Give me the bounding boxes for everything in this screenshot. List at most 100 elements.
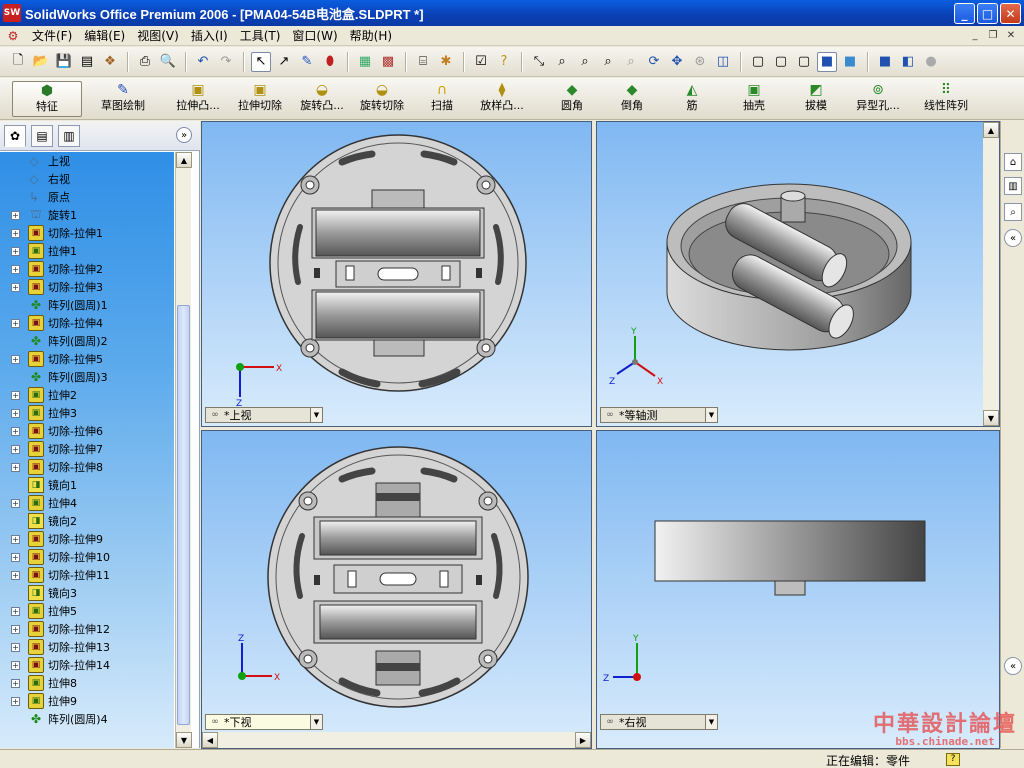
realview-icon[interactable]: ● bbox=[921, 52, 941, 72]
expand-plus-icon[interactable]: + bbox=[11, 696, 20, 706]
file-explorer-icon[interactable]: ⌕ bbox=[1004, 203, 1022, 221]
feature-tree-item[interactable]: + ▣ 切除-拉伸2 bbox=[0, 260, 174, 278]
chamfer-button[interactable]: ◆ 倒角 bbox=[616, 81, 648, 117]
edit-appearance-icon[interactable]: ⤡ bbox=[529, 52, 549, 72]
help-icon[interactable]: ? bbox=[494, 52, 514, 72]
scroll-right-icon[interactable]: ▶ bbox=[575, 732, 591, 748]
feature-tree-item[interactable]: ↳ 原点 bbox=[0, 188, 174, 206]
zoom-in-out-icon[interactable]: ⌕ bbox=[598, 52, 618, 72]
viewport-bottom[interactable]: Z X ∞ *下视 ▼ ◀ ▶ bbox=[201, 430, 592, 749]
feature-tree-tab-icon[interactable]: ✿ bbox=[4, 125, 26, 147]
make-assembly-icon[interactable]: ❖ bbox=[100, 52, 120, 72]
revolve-boss-button[interactable]: ◒ 旋转凸... bbox=[294, 81, 350, 117]
viewport-horizontal-scrollbar[interactable]: ◀ ▶ bbox=[202, 732, 591, 748]
feature-tree-item[interactable]: ✤ 阵列(圆周)4 bbox=[0, 710, 174, 728]
select-icon[interactable]: ↖ bbox=[251, 51, 271, 72]
doc-restore-icon[interactable]: ❐ bbox=[986, 28, 1000, 42]
sketch-tab-button[interactable]: ✎ 草图绘制 bbox=[88, 81, 158, 117]
shell-button[interactable]: ▣ 抽壳 bbox=[738, 81, 770, 117]
expand-plus-icon[interactable]: + bbox=[11, 264, 20, 274]
feature-tree-item[interactable]: + ▣ 拉伸4 bbox=[0, 494, 174, 512]
zoom-selection-icon[interactable]: ⌕ bbox=[621, 52, 641, 72]
zoom-area-icon[interactable]: ⌕ bbox=[575, 52, 595, 72]
rotate-icon[interactable]: ⟳ bbox=[644, 52, 664, 72]
extrude-boss-button[interactable]: ▣ 拉伸凸... bbox=[170, 81, 226, 117]
doc-close-icon[interactable]: ✕ bbox=[1004, 28, 1018, 42]
feature-tree-item[interactable]: + ▣ 拉伸1 bbox=[0, 242, 174, 260]
viewport-isometric[interactable]: Y X Z ▲ ▼ ∞ *等轴测 ▼ bbox=[596, 121, 1000, 427]
expand-plus-icon[interactable]: + bbox=[11, 462, 20, 472]
link-views-icon[interactable]: ∞ bbox=[601, 410, 619, 420]
undo-icon[interactable]: ↶ bbox=[193, 52, 213, 72]
feature-tree-item[interactable]: + ▣ 拉伸2 bbox=[0, 386, 174, 404]
menu-edit[interactable]: 编辑(E) bbox=[78, 27, 131, 44]
collapse-pane-icon[interactable]: « bbox=[1004, 229, 1022, 247]
feature-tree-item[interactable]: + ▣ 拉伸5 bbox=[0, 602, 174, 620]
viewport-label-top[interactable]: ∞ *上视 ▼ bbox=[205, 407, 323, 423]
feature-tree-item[interactable]: ✤ 阵列(圆周)3 bbox=[0, 368, 174, 386]
menu-window[interactable]: 窗口(W) bbox=[286, 27, 343, 44]
chevron-down-icon[interactable]: ▼ bbox=[705, 408, 717, 422]
menu-view[interactable]: 视图(V) bbox=[131, 27, 185, 44]
feature-tree-item[interactable]: + ⛫ 旋转1 bbox=[0, 206, 174, 224]
feature-tree-item[interactable]: ◇ 上视 bbox=[0, 152, 174, 170]
expand-plus-icon[interactable]: + bbox=[11, 426, 20, 436]
draft-button[interactable]: ◩ 拔模 bbox=[800, 81, 832, 117]
expand-plus-icon[interactable]: + bbox=[11, 498, 20, 508]
menu-file[interactable]: 文件(F) bbox=[26, 27, 78, 44]
open-icon[interactable]: 📂 bbox=[31, 52, 51, 72]
right-view-model[interactable]: Y Z bbox=[597, 431, 985, 731]
revolve-cut-button[interactable]: ◒ 旋转切除 bbox=[354, 81, 410, 117]
rib-button[interactable]: ◭ 筋 bbox=[680, 81, 704, 117]
feature-tree-item[interactable]: + ▣ 切除-拉伸1 bbox=[0, 224, 174, 242]
scroll-down-icon[interactable]: ▼ bbox=[176, 732, 192, 748]
feature-tree-item[interactable]: + ▣ 切除-拉伸12 bbox=[0, 620, 174, 638]
viewport-label-isometric[interactable]: ∞ *等轴测 ▼ bbox=[600, 407, 718, 423]
grid-icon[interactable]: ▦ bbox=[355, 52, 375, 72]
print-preview-icon[interactable]: 🔍 bbox=[158, 52, 178, 72]
help-status-icon[interactable]: ? bbox=[946, 753, 960, 766]
feature-tree-item[interactable]: + ▣ 切除-拉伸8 bbox=[0, 458, 174, 476]
hole-wizard-button[interactable]: ⊚ 异型孔... bbox=[850, 81, 906, 117]
feature-tree-item[interactable]: + ▣ 切除-拉伸13 bbox=[0, 638, 174, 656]
shadow-icon[interactable]: ■ bbox=[875, 52, 895, 72]
pan-icon[interactable]: ✥ bbox=[667, 52, 687, 72]
configuration-manager-tab-icon[interactable]: ▥ bbox=[58, 125, 80, 147]
shaded-with-edges-icon[interactable]: ■ bbox=[817, 51, 837, 72]
home-icon[interactable]: ⌂ bbox=[1004, 153, 1022, 171]
viewport-label-bottom[interactable]: ∞ *下视 ▼ bbox=[205, 714, 323, 730]
expand-plus-icon[interactable]: + bbox=[11, 390, 20, 400]
sweep-button[interactable]: ∩ 扫描 bbox=[424, 81, 460, 117]
chevron-down-icon[interactable]: ▼ bbox=[705, 715, 717, 729]
options-icon[interactable]: ☑ bbox=[471, 52, 491, 72]
document-menu-icon[interactable]: ⚙ bbox=[4, 28, 22, 44]
close-button[interactable]: ✕ bbox=[1000, 3, 1021, 24]
expand-plus-icon[interactable]: + bbox=[11, 606, 20, 616]
feature-tree-item[interactable]: ✤ 阵列(圆周)2 bbox=[0, 332, 174, 350]
features-tab-button[interactable]: ⬢ 特征 bbox=[12, 81, 82, 117]
property-manager-tab-icon[interactable]: ▤ bbox=[31, 125, 53, 147]
expand-plus-icon[interactable]: + bbox=[11, 354, 20, 364]
expand-plus-icon[interactable]: + bbox=[11, 246, 20, 256]
expand-plus-icon[interactable]: + bbox=[11, 210, 20, 220]
new-icon[interactable]: 🗋 bbox=[8, 52, 28, 72]
solidworks-logo-icon[interactable]: SW bbox=[3, 4, 21, 22]
viewport-top[interactable]: X Z ∞ *上视 ▼ bbox=[201, 121, 592, 427]
hidden-lines-visible-icon[interactable]: ▢ bbox=[771, 52, 791, 72]
select-other-icon[interactable]: ↗ bbox=[274, 52, 294, 72]
feature-tree-item[interactable]: + ▣ 拉伸8 bbox=[0, 674, 174, 692]
feature-tree-item[interactable]: ◇ 右视 bbox=[0, 170, 174, 188]
fillet-button[interactable]: ◆ 圆角 bbox=[556, 81, 588, 117]
expand-plus-icon[interactable]: + bbox=[11, 642, 20, 652]
viewport-right[interactable]: Y Z ∞ *右视 ▼ bbox=[596, 430, 1000, 749]
make-drawing-icon[interactable]: ▤ bbox=[77, 52, 97, 72]
print-icon[interactable]: ⎙ bbox=[135, 52, 155, 72]
feature-tree-item[interactable]: + ▣ 切除-拉伸10 bbox=[0, 548, 174, 566]
menu-tools[interactable]: 工具(T) bbox=[234, 27, 287, 44]
link-views-icon[interactable]: ∞ bbox=[601, 717, 619, 727]
collapse-pane-bottom-icon[interactable]: « bbox=[1004, 657, 1022, 675]
expand-plus-icon[interactable]: + bbox=[11, 282, 20, 292]
minimize-button[interactable]: _ bbox=[954, 3, 975, 24]
brick-icon[interactable]: ▩ bbox=[378, 52, 398, 72]
roll-view-icon[interactable]: ⊛ bbox=[690, 52, 710, 72]
